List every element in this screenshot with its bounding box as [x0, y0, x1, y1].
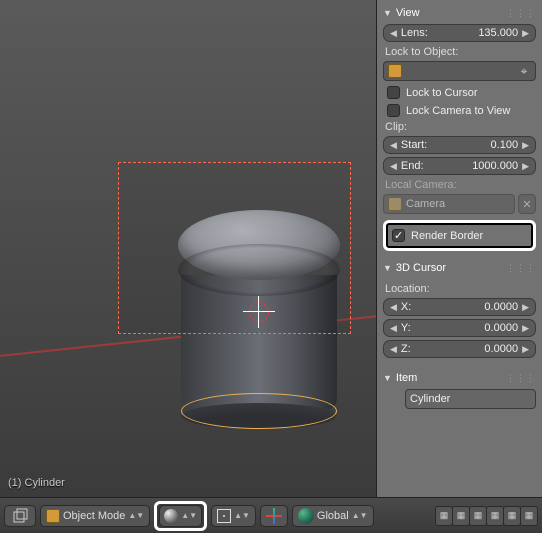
lens-label: Lens: [401, 27, 428, 39]
chevron-left-icon[interactable]: ◀ [390, 323, 397, 334]
lock-object-field[interactable]: ⌖ [383, 61, 536, 81]
location-label: Location: [385, 283, 536, 295]
lens-field[interactable]: ◀ Lens: 135.000 ▶ [383, 24, 536, 42]
chevron-down-icon: ▼ [383, 263, 392, 273]
chevron-updown-icon: ▲▼ [352, 511, 368, 520]
layer-button[interactable]: ▦ [469, 506, 487, 526]
render-border-highlight: Render Border [383, 220, 536, 251]
cursor-y-value: 0.0000 [419, 322, 518, 334]
layer-button[interactable]: ▦ [520, 506, 538, 526]
panel-3dcursor-header[interactable]: ▼ 3D Cursor ⋮⋮⋮ [383, 259, 536, 277]
cube-icon [383, 390, 401, 408]
orientation-label: Global [317, 510, 349, 522]
panel-grip-icon[interactable]: ⋮⋮⋮ [506, 373, 536, 384]
clip-end-value: 1000.000 [432, 160, 519, 172]
manipulator-toggle[interactable] [260, 505, 288, 527]
eyedropper-icon[interactable]: ⌖ [517, 64, 531, 78]
layer-button[interactable]: ▦ [435, 506, 453, 526]
x-icon: ✕ [522, 198, 531, 211]
layers-widget[interactable]: ▦ ▦ ▦ ▦ ▦ ▦ [436, 506, 538, 526]
chevron-right-icon[interactable]: ▶ [522, 28, 529, 39]
chevron-left-icon[interactable]: ◀ [390, 161, 397, 172]
layer-button[interactable]: ▦ [486, 506, 504, 526]
chevron-left-icon[interactable]: ◀ [390, 140, 397, 151]
local-camera-clear-button[interactable]: ✕ [518, 194, 536, 214]
chevron-updown-icon: ▲▼ [181, 511, 197, 520]
cube-wire-icon [10, 506, 30, 526]
cube-icon [46, 509, 60, 523]
chevron-updown-icon: ▲▼ [234, 511, 250, 520]
viewport-object-label: (1) Cylinder [8, 477, 65, 489]
panel-item-header[interactable]: ▼ Item ⋮⋮⋮ [383, 369, 536, 387]
mode-label: Object Mode [63, 510, 125, 522]
layer-button[interactable]: ▦ [503, 506, 521, 526]
cursor-x-field[interactable]: ◀ X: 0.0000 ▶ [383, 298, 536, 316]
cursor-y-field[interactable]: ◀ Y: 0.0000 ▶ [383, 319, 536, 337]
render-border-checkbox[interactable] [392, 229, 405, 242]
chevron-left-icon[interactable]: ◀ [390, 344, 397, 355]
sphere-icon [164, 509, 178, 523]
cursor-y-label: Y: [401, 322, 411, 334]
cursor-z-value: 0.0000 [419, 343, 518, 355]
local-camera-label: Local Camera: [385, 179, 536, 191]
clip-start-field[interactable]: ◀ Start: 0.100 ▶ [383, 136, 536, 154]
chevron-updown-icon: ▲▼ [128, 511, 144, 520]
item-name-value: Cylinder [410, 393, 531, 405]
clip-end-field[interactable]: ◀ End: 1000.000 ▶ [383, 157, 536, 175]
lock-to-cursor-checkbox[interactable] [387, 86, 400, 99]
chevron-left-icon[interactable]: ◀ [390, 302, 397, 313]
mode-select-button[interactable]: Object Mode ▲▼ [40, 505, 150, 527]
panel-3dcursor-title: 3D Cursor [396, 262, 446, 274]
layer-button[interactable]: ▦ [452, 506, 470, 526]
3d-viewport[interactable]: (1) Cylinder [0, 0, 377, 497]
lock-to-cursor-label: Lock to Cursor [406, 87, 478, 99]
cursor-x-label: X: [401, 301, 411, 313]
properties-sidebar: ▼ View ⋮⋮⋮ ◀ Lens: 135.000 ▶ Lock to Obj… [377, 0, 542, 497]
lock-camera-label: Lock Camera to View [406, 105, 510, 117]
cylinder-base-selection [181, 393, 337, 429]
chevron-right-icon[interactable]: ▶ [522, 344, 529, 355]
local-camera-value: Camera [406, 198, 510, 210]
panel-view-title: View [396, 7, 420, 19]
panel-grip-icon[interactable]: ⋮⋮⋮ [506, 263, 536, 274]
lock-camera-checkbox[interactable] [387, 104, 400, 117]
cube-icon [388, 64, 402, 78]
item-name-field[interactable]: Cylinder [405, 389, 536, 409]
pivot-button[interactable]: ▲▼ [211, 505, 256, 527]
cursor-z-label: Z: [401, 343, 411, 355]
chevron-right-icon[interactable]: ▶ [522, 302, 529, 313]
cursor-z-field[interactable]: ◀ Z: 0.0000 ▶ [383, 340, 536, 358]
pivot-icon [217, 509, 231, 523]
lens-value: 135.000 [436, 27, 518, 39]
local-camera-field[interactable]: Camera [383, 194, 515, 214]
clip-start-label: Start: [401, 139, 427, 151]
chevron-right-icon[interactable]: ▶ [522, 140, 529, 151]
panel-grip-icon[interactable]: ⋮⋮⋮ [506, 8, 536, 19]
axis-y-line [0, 0, 42, 497]
chevron-down-icon: ▼ [383, 373, 392, 383]
chevron-down-icon: ▼ [383, 8, 392, 18]
render-border-label: Render Border [411, 230, 483, 242]
viewport-header: Object Mode ▲▼ ▲▼ ▲▼ Global ▲▼ ▦ ▦ [0, 497, 542, 533]
manipulator-icon [266, 508, 282, 524]
camera-icon [388, 197, 402, 211]
clip-label: Clip: [385, 121, 536, 133]
lock-to-object-label: Lock to Object: [385, 46, 536, 58]
clip-end-label: End: [401, 160, 424, 172]
chevron-left-icon[interactable]: ◀ [390, 28, 397, 39]
editor-type-button[interactable] [4, 505, 36, 527]
render-border-frame [118, 162, 351, 334]
panel-view-header[interactable]: ▼ View ⋮⋮⋮ [383, 4, 536, 22]
clip-start-value: 0.100 [435, 139, 518, 151]
chevron-right-icon[interactable]: ▶ [522, 161, 529, 172]
orientation-button[interactable]: Global ▲▼ [292, 505, 374, 527]
viewport-shading-button[interactable]: ▲▼ [164, 505, 197, 527]
panel-item-title: Item [396, 372, 417, 384]
chevron-right-icon[interactable]: ▶ [522, 323, 529, 334]
shading-highlight: ▲▼ [154, 501, 207, 531]
world-icon [298, 508, 314, 524]
cursor-x-value: 0.0000 [419, 301, 518, 313]
